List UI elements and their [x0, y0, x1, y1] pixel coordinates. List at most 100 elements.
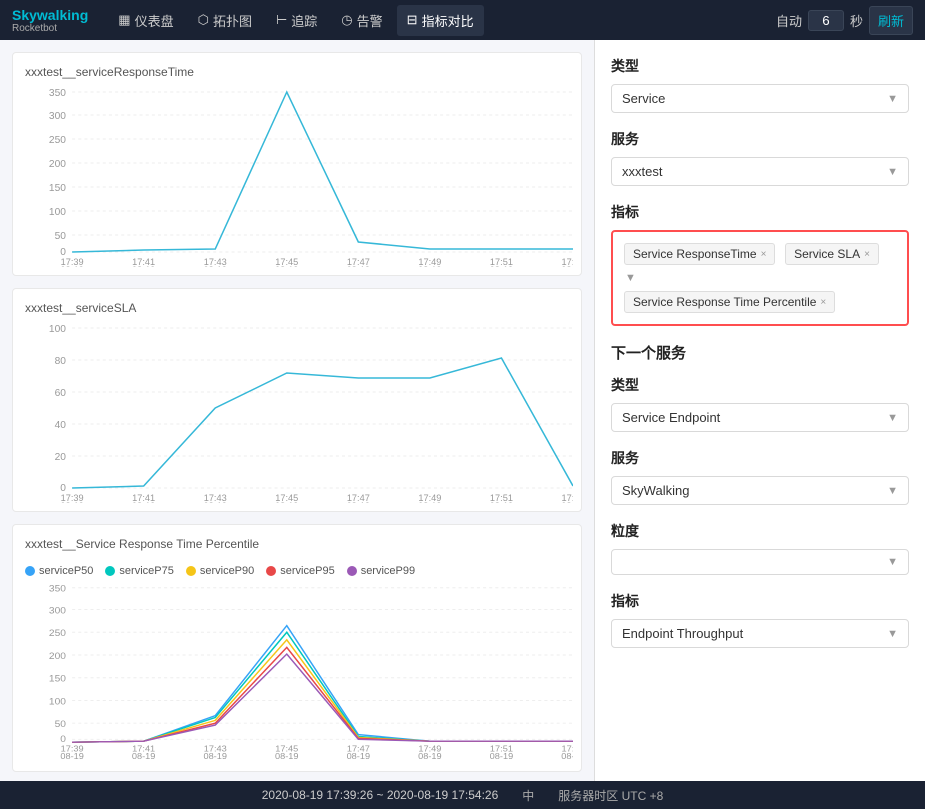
legend-dot-p95 — [266, 566, 276, 576]
svg-text:08-19: 08-19 — [275, 501, 299, 503]
logo-area: Skywalking Rocketbot — [12, 7, 88, 34]
section2-service-select[interactable]: SkyWalking ▼ — [611, 476, 909, 505]
svg-text:300: 300 — [49, 111, 66, 122]
svg-text:08-19: 08-19 — [418, 501, 442, 503]
chart-area-3: 350 300 250 200 150 100 50 0 — [21, 583, 573, 763]
chart-area-1: 350 300 250 200 150 100 50 0 17:39 08-19… — [21, 87, 573, 267]
svg-text:50: 50 — [55, 231, 67, 242]
timezone: 服务器时区 UTC +8 — [558, 787, 663, 804]
svg-text:08-19: 08-19 — [132, 752, 156, 762]
legend-dot-p99 — [347, 566, 357, 576]
svg-text:150: 150 — [49, 674, 67, 685]
section2-granularity-select[interactable]: ▼ — [611, 549, 909, 575]
svg-text:150: 150 — [49, 183, 66, 194]
legend-p75: serviceP75 — [105, 565, 173, 577]
service-select[interactable]: xxxtest ▼ — [611, 157, 909, 186]
svg-text:08-19: 08-19 — [203, 265, 227, 267]
section2-service-value: SkyWalking — [622, 483, 689, 498]
svg-text:08-19: 08-19 — [203, 752, 227, 762]
section2-granularity: 粒度 ▼ — [611, 521, 909, 575]
nav-trace[interactable]: ⊢ 追踪 — [266, 5, 327, 36]
section-type: 类型 Service ▼ — [611, 56, 909, 113]
section2-granularity-label: 粒度 — [611, 521, 909, 541]
legend-label-p50: serviceP50 — [39, 565, 93, 577]
section2-service-arrow: ▼ — [887, 485, 898, 497]
legend-p95: serviceP95 — [266, 565, 334, 577]
service-select-arrow: ▼ — [887, 166, 898, 178]
metric-tag-1: Service SLA × — [785, 243, 879, 265]
svg-text:08-19: 08-19 — [275, 265, 299, 267]
svg-text:50: 50 — [55, 719, 67, 730]
type-select-arrow: ▼ — [887, 93, 898, 105]
service-value: xxxtest — [622, 164, 662, 179]
svg-text:08-19: 08-19 — [275, 752, 299, 762]
chart-card-1: xxxtest__serviceResponseTime 350 300 250 — [12, 52, 582, 276]
nav-dashboard[interactable]: ▦ 仪表盘 — [108, 5, 183, 36]
auto-label: 自动 — [776, 11, 802, 30]
metric-expand-arrow[interactable]: ▼ — [625, 272, 636, 284]
nav-compare[interactable]: ⊟ 指标对比 — [397, 5, 484, 36]
section2-metric-select[interactable]: Endpoint Throughput ▼ — [611, 619, 909, 648]
legend-label-p90: serviceP90 — [200, 565, 254, 577]
svg-text:200: 200 — [49, 159, 66, 170]
nav-dashboard-label: 仪表盘 — [135, 11, 174, 30]
type-select[interactable]: Service ▼ — [611, 84, 909, 113]
svg-text:300: 300 — [49, 606, 67, 617]
section2-granularity-arrow: ▼ — [887, 556, 898, 568]
svg-text:40: 40 — [55, 420, 67, 431]
auto-refresh-area: 自动 6 秒 刷新 — [776, 6, 913, 35]
svg-text:08-19: 08-19 — [561, 501, 573, 503]
section2-metric-label: 指标 — [611, 591, 909, 611]
legend-dot-p75 — [105, 566, 115, 576]
svg-text:08-19: 08-19 — [490, 501, 514, 503]
svg-text:08-19: 08-19 — [347, 752, 371, 762]
metric-tags-wrapper: Service ResponseTime × Service SLA × ▼ S… — [611, 230, 909, 326]
metric-tags-box: Service ResponseTime × Service SLA × ▼ S… — [611, 230, 909, 326]
svg-text:08-19: 08-19 — [561, 265, 573, 267]
section2-type-select[interactable]: Service Endpoint ▼ — [611, 403, 909, 432]
svg-text:250: 250 — [49, 135, 66, 146]
nav-topology[interactable]: ⬡ 拓扑图 — [188, 5, 262, 36]
legend-p50: serviceP50 — [25, 565, 93, 577]
interval-input[interactable]: 6 — [808, 10, 844, 31]
svg-text:80: 80 — [55, 356, 67, 367]
metric-tag-close-2[interactable]: × — [820, 297, 826, 308]
metric-tag-label-1: Service SLA — [794, 247, 860, 261]
section2-type: 类型 Service Endpoint ▼ — [611, 375, 909, 432]
nav-alert-label: 告警 — [357, 11, 383, 30]
metric-tag-close-0[interactable]: × — [761, 249, 767, 260]
chart-legend-3: serviceP50 serviceP75 serviceP90 service… — [21, 559, 573, 583]
section2-service: 服务 SkyWalking ▼ — [611, 448, 909, 505]
dashboard-icon: ▦ — [118, 12, 130, 28]
section2-type-arrow: ▼ — [887, 412, 898, 424]
lang: 中 — [522, 787, 534, 804]
legend-label-p99: serviceP99 — [361, 565, 415, 577]
trace-icon: ⊢ — [276, 12, 287, 28]
svg-text:08-19: 08-19 — [132, 501, 156, 503]
section2-metric: 指标 Endpoint Throughput ▼ — [611, 591, 909, 648]
chart-title-1: xxxtest__serviceResponseTime — [21, 65, 573, 79]
metric-tag-2: Service Response Time Percentile × — [624, 291, 835, 313]
chart-card-3: xxxtest__Service Response Time Percentil… — [12, 524, 582, 772]
nav-alert[interactable]: ◷ 告警 — [331, 5, 392, 36]
alert-icon: ◷ — [341, 12, 352, 28]
chart-title-2: xxxtest__serviceSLA — [21, 301, 573, 315]
svg-text:200: 200 — [49, 651, 67, 662]
svg-text:08-19: 08-19 — [490, 752, 514, 762]
refresh-button[interactable]: 刷新 — [869, 6, 913, 35]
interval-unit: 秒 — [850, 11, 863, 30]
topology-icon: ⬡ — [198, 12, 209, 28]
section2-type-value: Service Endpoint — [622, 410, 720, 425]
chart-title-3: xxxtest__Service Response Time Percentil… — [21, 537, 573, 551]
svg-text:08-19: 08-19 — [418, 752, 442, 762]
svg-text:100: 100 — [49, 697, 67, 708]
svg-text:08-19: 08-19 — [490, 265, 514, 267]
metric-tag-label-2: Service Response Time Percentile — [633, 295, 816, 309]
svg-text:100: 100 — [49, 324, 66, 335]
nav-topology-label: 拓扑图 — [213, 11, 252, 30]
legend-label-p75: serviceP75 — [119, 565, 173, 577]
svg-text:60: 60 — [55, 388, 67, 399]
metric-tag-close-1[interactable]: × — [864, 249, 870, 260]
section-service: 服务 xxxtest ▼ — [611, 129, 909, 186]
statusbar: 2020-08-19 17:39:26 ~ 2020-08-19 17:54:2… — [0, 781, 925, 809]
